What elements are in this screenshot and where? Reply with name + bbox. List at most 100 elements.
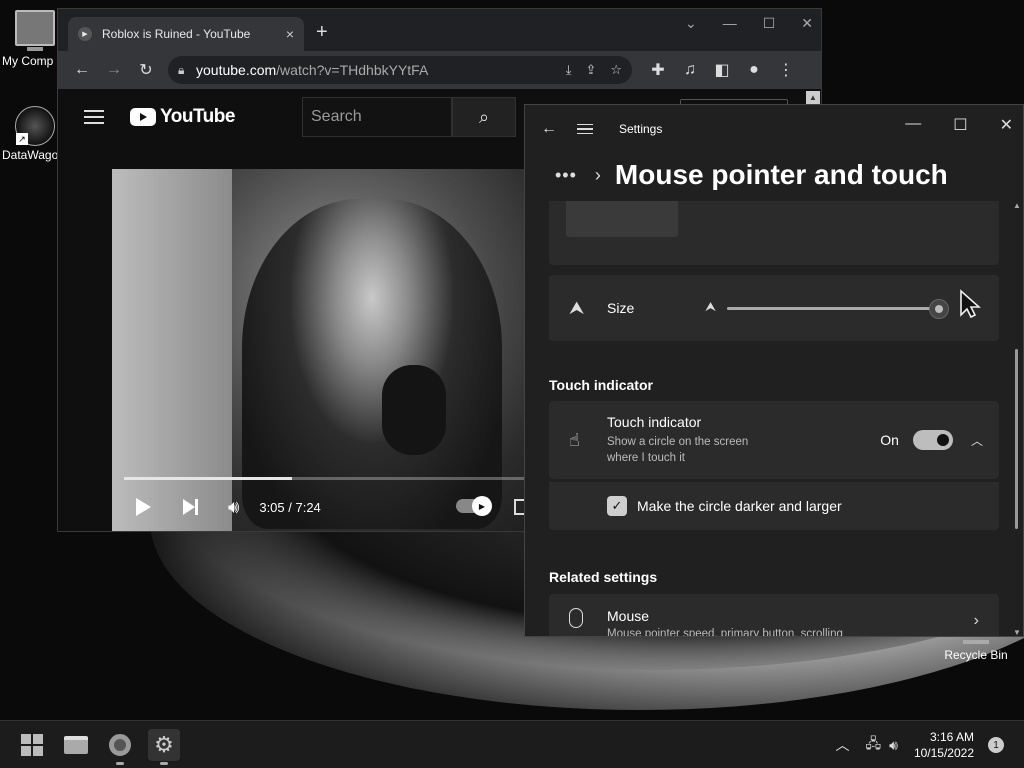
video-progress-bar[interactable] bbox=[124, 477, 524, 480]
size-slider-fill bbox=[727, 307, 939, 310]
maximize-button[interactable]: ☐ bbox=[763, 15, 776, 32]
large-pointer-icon bbox=[960, 289, 981, 319]
minimize-button[interactable]: — bbox=[905, 115, 921, 135]
size-slider-thumb[interactable] bbox=[929, 299, 949, 319]
darker-circle-checkbox[interactable]: ✓ bbox=[607, 496, 627, 516]
mouse-icon bbox=[569, 608, 583, 628]
darker-circle-row: ✓ Make the circle darker and larger bbox=[549, 482, 999, 530]
taskbar-settings[interactable]: ⚙ bbox=[148, 729, 180, 765]
touch-indicator-row[interactable]: ☝ Touch indicator Show a circle on the s… bbox=[549, 401, 999, 479]
youtube-logo-text: YouTube bbox=[160, 106, 235, 127]
autoplay-play-icon: ▶ bbox=[472, 496, 492, 516]
clock-time: 3:16 AM bbox=[929, 730, 974, 744]
video-player[interactable]: 🔊︎ 3:05 / 7:24 ▶ bbox=[112, 169, 532, 531]
omnibox-actions: ⤓ ⇪ ☆ bbox=[566, 62, 622, 78]
taskbar-chrome[interactable] bbox=[104, 729, 136, 765]
mouse-title: Mouse bbox=[607, 608, 650, 624]
play-icon[interactable] bbox=[136, 498, 151, 516]
tab-search-icon[interactable]: ⌄ bbox=[685, 15, 697, 32]
url-host: youtube.com bbox=[196, 62, 277, 78]
size-slider[interactable] bbox=[727, 299, 949, 319]
settings-content: ⮝ Size ⮝ Touch indicator ☝ Touch indicat… bbox=[525, 201, 1013, 637]
settings-window: ← Settings — ☐ ✕ ••• › Mouse pointer and… bbox=[524, 104, 1024, 637]
profile-icon[interactable]: ● bbox=[738, 54, 770, 86]
running-indicator bbox=[116, 762, 124, 765]
new-tab-button[interactable]: + bbox=[316, 21, 328, 44]
back-icon[interactable]: ← bbox=[541, 120, 571, 138]
network-icon[interactable]: 🖧︎ bbox=[865, 733, 881, 757]
install-icon[interactable]: ⤓ bbox=[566, 62, 572, 78]
related-section-title: Related settings bbox=[549, 569, 658, 585]
close-button[interactable]: ✕ bbox=[1000, 115, 1013, 135]
chrome-icon bbox=[109, 734, 131, 756]
browser-tab[interactable]: ▶ Roblox is Ruined - YouTube × bbox=[68, 17, 304, 51]
chevron-up-icon[interactable]: ︿ bbox=[835, 735, 849, 755]
settings-scrollbar[interactable]: ▲ ▼ bbox=[1013, 201, 1021, 636]
chevron-up-icon[interactable]: ︿ bbox=[971, 432, 983, 449]
size-label: Size bbox=[607, 300, 635, 316]
app-title: Settings bbox=[619, 122, 663, 136]
mouse-description: Mouse pointer speed, primary button, scr… bbox=[607, 628, 843, 637]
chevron-right-icon: › bbox=[973, 612, 979, 629]
small-pointer-icon: ⮝ bbox=[705, 299, 717, 314]
close-button[interactable]: ✕ bbox=[801, 15, 813, 32]
tab-close-icon[interactable]: × bbox=[286, 26, 294, 42]
youtube-search-input[interactable]: Search bbox=[302, 97, 452, 137]
volume-icon[interactable]: 🔊︎ bbox=[889, 737, 898, 754]
youtube-menu-icon[interactable] bbox=[84, 110, 104, 124]
touch-hand-icon: ☝ bbox=[569, 429, 580, 450]
system-tray: ︿ 🖧︎ 🔊︎ 3:16 AM 10/15/2022 1 bbox=[835, 721, 1024, 768]
scroll-down-icon[interactable]: ▼ bbox=[1013, 628, 1021, 636]
touch-indicator-title: Touch indicator bbox=[607, 414, 702, 430]
taskbar-file-explorer[interactable] bbox=[60, 729, 92, 761]
recycle-bin-icon bbox=[963, 640, 989, 644]
maximize-button[interactable]: ☐ bbox=[953, 115, 967, 135]
next-icon[interactable] bbox=[183, 499, 198, 515]
page-title: Mouse pointer and touch bbox=[614, 159, 948, 190]
video-progress-fill bbox=[124, 477, 292, 480]
scroll-up-icon[interactable]: ▲ bbox=[1013, 201, 1021, 210]
pointer-style-swatch[interactable] bbox=[566, 201, 678, 237]
url-path: /watch?v=THdhbkYYtFA bbox=[276, 62, 429, 78]
mouse-settings-link[interactable]: Mouse Mouse pointer speed, primary butto… bbox=[549, 594, 999, 637]
reload-icon[interactable]: ↻ bbox=[130, 54, 162, 86]
youtube-play-icon bbox=[130, 108, 156, 126]
touch-toggle-group: On ︿ bbox=[880, 430, 983, 450]
tab-strip: ▶ Roblox is Ruined - YouTube × + ⌄ — ☐ ✕ bbox=[58, 9, 821, 51]
volume-icon[interactable]: 🔊︎ bbox=[228, 497, 239, 518]
chevron-right-icon: › bbox=[594, 164, 601, 185]
back-icon[interactable]: ← bbox=[66, 54, 98, 86]
extensions-icon[interactable]: ✚ bbox=[642, 54, 674, 86]
pointer-style-card bbox=[549, 201, 999, 265]
minimize-button[interactable]: — bbox=[723, 15, 737, 32]
desktop-icon-recycle-bin[interactable]: Recycle Bin bbox=[938, 640, 1014, 662]
page-scroll-up-icon[interactable]: ▲ bbox=[806, 91, 820, 105]
clock[interactable]: 3:16 AM 10/15/2022 bbox=[914, 729, 974, 761]
youtube-logo[interactable]: YouTube bbox=[130, 106, 235, 128]
toggle-state-label: On bbox=[880, 432, 899, 448]
pointer-icon: ⮝ bbox=[569, 297, 585, 318]
folder-icon bbox=[64, 736, 88, 754]
tab-title: Roblox is Ruined - YouTube bbox=[102, 27, 251, 41]
sidepanel-icon[interactable]: ◧ bbox=[706, 54, 738, 86]
forward-icon[interactable]: → bbox=[98, 54, 130, 86]
datawagon-icon: ↗ bbox=[15, 106, 55, 146]
touch-indicator-toggle[interactable] bbox=[912, 430, 953, 450]
breadcrumb-overflow[interactable]: ••• bbox=[555, 165, 577, 186]
search-icon[interactable]: ⌕ bbox=[452, 97, 516, 137]
autoplay-toggle[interactable]: ▶ bbox=[456, 496, 492, 516]
browser-toolbar: ← → ↻ 🔒︎ youtube.com /watch?v=THdhbkYYtF… bbox=[58, 51, 821, 89]
star-icon[interactable]: ☆ bbox=[610, 62, 622, 78]
size-setting-row: ⮝ Size ⮝ bbox=[549, 275, 999, 341]
nav-menu-icon[interactable] bbox=[577, 123, 593, 135]
share-icon[interactable]: ⇪ bbox=[585, 62, 596, 78]
toolbar-right: ✚ ♫ ◧ ● ⋮ bbox=[642, 54, 802, 86]
start-button[interactable] bbox=[16, 729, 48, 761]
scrollbar-thumb[interactable] bbox=[1015, 349, 1018, 529]
shortcut-arrow-icon: ↗ bbox=[16, 133, 28, 145]
notification-badge[interactable]: 1 bbox=[988, 737, 1004, 753]
menu-icon[interactable]: ⋮ bbox=[770, 54, 802, 86]
address-bar[interactable]: 🔒︎ youtube.com /watch?v=THdhbkYYtFA ⤓ ⇪ … bbox=[168, 56, 632, 84]
media-icon[interactable]: ♫ bbox=[674, 54, 706, 86]
chrome-window-controls: ⌄ — ☐ ✕ bbox=[685, 15, 813, 32]
